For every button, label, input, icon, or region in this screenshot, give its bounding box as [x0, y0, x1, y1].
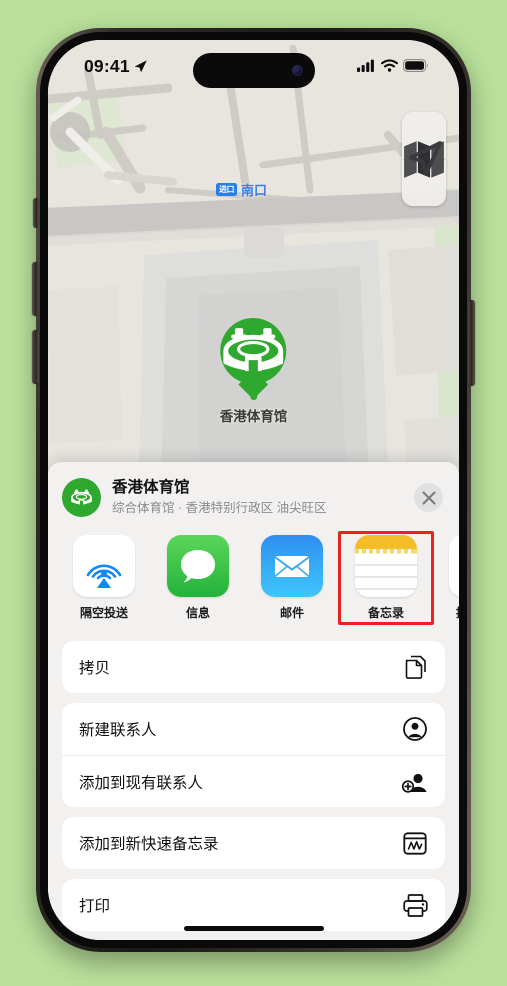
- share-app-label: 隔空投送: [79, 606, 128, 620]
- airdrop-icon: [73, 535, 135, 597]
- copy-icon: [402, 654, 428, 680]
- action-label: 添加到现有联系人: [79, 774, 204, 792]
- cellular-signal-icon: [357, 59, 374, 72]
- action-row-print[interactable]: 打印: [62, 879, 445, 931]
- reminders-glyph-icon: [449, 535, 459, 597]
- dynamic-island: [192, 53, 315, 88]
- action-row-copy[interactable]: 拷贝: [62, 641, 445, 693]
- share-sheet-header: 香港体育馆 综合体育馆 · 香港特别行政区 油尖旺区: [48, 462, 459, 529]
- quick-note-icon: [402, 830, 428, 856]
- share-app-notes[interactable]: 备忘录: [338, 531, 434, 625]
- airdrop-glyph-icon: [86, 564, 122, 588]
- reminders-icon: [449, 535, 459, 597]
- printer-icon: [402, 892, 428, 918]
- notes-icon: [355, 535, 417, 597]
- share-app-messages[interactable]: 信息: [162, 535, 234, 621]
- action-group: 拷贝: [62, 641, 445, 693]
- map-controls: [402, 112, 446, 206]
- action-group: 新建联系人 添加到现有联系人: [62, 703, 445, 807]
- entrance-badge-icon: 进口: [216, 183, 237, 196]
- stadium-glyph-icon: [223, 328, 284, 372]
- front-camera-icon: [291, 65, 303, 76]
- action-group: 打印: [62, 879, 445, 931]
- phone-screen: 进口 南口 香港体育馆 09:41 香港体育馆 综合体育馆 · 香港特别行政区 …: [48, 40, 459, 940]
- action-label: 新建联系人: [79, 722, 157, 739]
- close-icon: [421, 490, 436, 505]
- messages-glyph-icon: [181, 550, 215, 583]
- power-button[interactable]: [468, 300, 475, 386]
- close-button[interactable]: [414, 483, 443, 512]
- status-time: 09:41: [84, 56, 148, 77]
- map-entrance-label: 进口 南口: [216, 180, 267, 199]
- action-row-new-contact[interactable]: 新建联系人: [62, 703, 445, 755]
- share-app-label: 邮件: [279, 606, 304, 620]
- action-label: 打印: [79, 898, 111, 915]
- locate-me-button[interactable]: [402, 141, 446, 207]
- status-time-text: 09:41: [84, 56, 130, 76]
- share-app-label: 提醒事项: [456, 604, 459, 621]
- action-label: 拷贝: [79, 660, 111, 677]
- share-action-list: 拷贝 新建联系人 添加到现有联系人 添加到新快速备忘录 打印: [48, 629, 459, 940]
- navigation-arrow-icon: [409, 141, 442, 176]
- share-app-airdrop[interactable]: 隔空投送: [68, 535, 140, 621]
- stadium-pin-icon: [220, 318, 287, 384]
- stadium-glyph-icon: [71, 489, 92, 505]
- place-title: 香港体育馆: [112, 479, 190, 497]
- share-app-reminders[interactable]: 提醒事项: [444, 535, 459, 621]
- map-poi-pin[interactable]: 香港体育馆: [219, 318, 288, 425]
- entrance-label-text: 南口: [241, 183, 268, 198]
- mute-switch[interactable]: [33, 198, 39, 228]
- messages-icon: [167, 535, 229, 597]
- mail-icon: [261, 535, 323, 597]
- person-badge-plus-icon: [402, 769, 428, 795]
- pin-anchor-dot: [250, 393, 257, 400]
- action-row-add-existing-contact[interactable]: 添加到现有联系人: [62, 755, 445, 807]
- wifi-icon: [381, 59, 398, 72]
- home-indicator[interactable]: [183, 926, 324, 931]
- volume-down-button[interactable]: [32, 330, 39, 384]
- poi-label: 香港体育馆: [219, 409, 288, 424]
- location-arrow-icon: [134, 60, 147, 73]
- place-subtitle: 综合体育馆 · 香港特别行政区 油尖旺区: [112, 500, 327, 515]
- action-group: 添加到新快速备忘录: [62, 817, 445, 869]
- status-indicators: [357, 59, 429, 72]
- place-avatar-icon: [62, 478, 101, 517]
- share-sheet: 香港体育馆 综合体育馆 · 香港特别行政区 油尖旺区 隔空投送 信息 邮件 备忘…: [48, 462, 459, 940]
- notes-glyph-icon: [355, 535, 417, 597]
- battery-full-icon: [403, 59, 428, 72]
- share-app-row: 隔空投送 信息 邮件 备忘录: [48, 529, 459, 629]
- share-app-label: 备忘录: [367, 606, 404, 620]
- place-info: 香港体育馆 综合体育馆 · 香港特别行政区 油尖旺区: [112, 478, 403, 516]
- screenshot-stage: 进口 南口 香港体育馆 09:41 香港体育馆 综合体育馆 · 香港特别行政区 …: [0, 0, 507, 986]
- share-app-label: 信息: [185, 606, 210, 620]
- mail-glyph-icon: [274, 556, 310, 577]
- volume-up-button[interactable]: [32, 262, 39, 316]
- person-circle-icon: [402, 716, 428, 742]
- action-label: 添加到新快速备忘录: [79, 836, 219, 853]
- share-app-mail[interactable]: 邮件: [256, 535, 328, 621]
- action-row-new-quick-note[interactable]: 添加到新快速备忘录: [62, 817, 445, 869]
- status-bar: 09:41: [48, 40, 459, 94]
